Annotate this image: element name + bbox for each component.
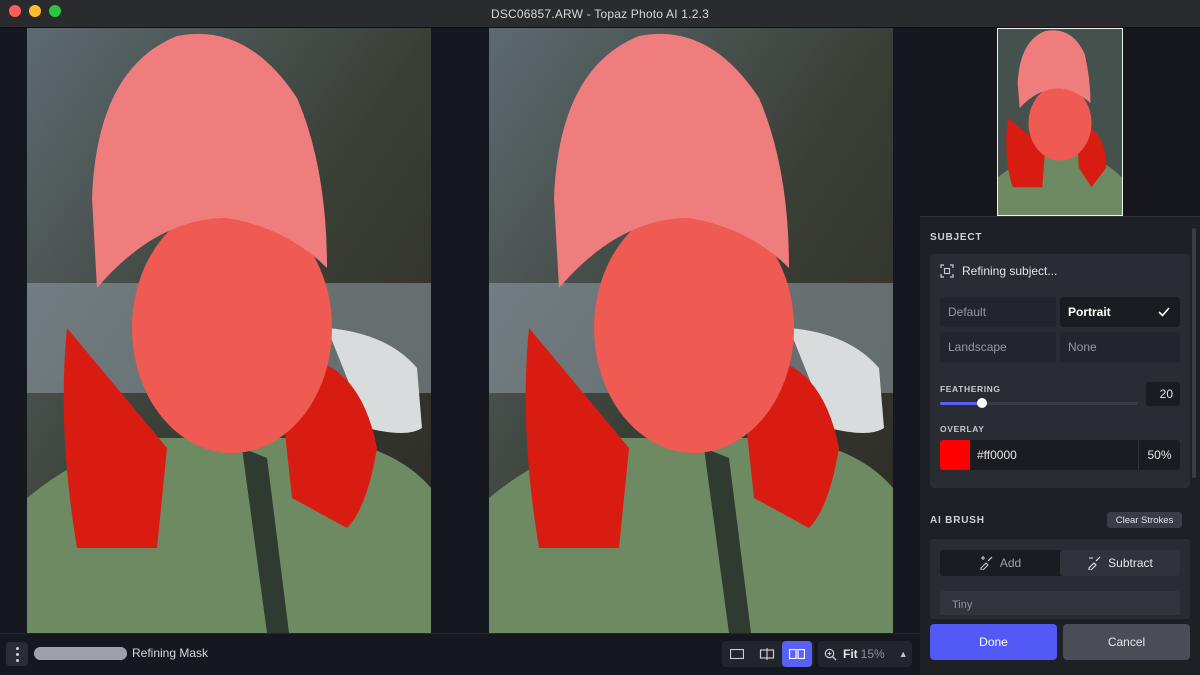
cancel-button[interactable]: Cancel [1063,624,1190,660]
subject-card: Refining subject... Default Portrait Lan… [930,254,1190,488]
minimize-window-button[interactable] [29,5,41,17]
close-window-button[interactable] [9,5,21,17]
feathering-value-input[interactable]: 20 [1146,382,1180,406]
brush-subtract-button[interactable]: Subtract [1060,550,1180,576]
preview-photo[interactable] [489,28,893,633]
progress-label: Refining Mask [132,646,209,660]
more-menu-button[interactable] [6,642,28,666]
view-mode-toggle [722,641,814,667]
feathering-slider-handle[interactable] [976,398,987,408]
side-by-side-view-button[interactable] [782,641,812,667]
option-label: None [1068,340,1097,354]
brush-add-label: Add [999,556,1022,570]
refining-status-text: Refining subject... [962,264,1058,278]
feathering-label: FEATHERING [940,384,1001,394]
overlay-control: #ff0000 50% [940,440,1180,470]
original-photo[interactable] [27,28,431,633]
maximize-window-button[interactable] [49,5,61,17]
overlay-color-swatch[interactable] [940,440,970,470]
zoom-control[interactable]: Fit 15% ▲ [818,641,912,667]
overlay-label: OVERLAY [940,424,985,434]
progress-fill [34,647,127,660]
right-panel: SUBJECT Refining subject... Default Port… [920,28,1200,675]
window-title: DSC06857.ARW - Topaz Photo AI 1.2.3 [490,6,709,21]
subject-option-landscape[interactable]: Landscape [940,332,1056,362]
title-bar: DSC06857.ARW - Topaz Photo AI 1.2.3 [0,0,1200,28]
brush-mode-toggle: Add Subtract [940,550,1180,576]
zoom-percent: 15% [860,647,885,661]
refining-progress-bar [34,647,127,660]
navigator [920,28,1200,216]
thumbnail-image [998,29,1122,215]
ai-brush-card: Add Subtract Tiny [930,539,1190,619]
brush-subtract-icon [1088,556,1101,570]
split-view-icon [759,648,775,660]
panel-scrollbar[interactable] [1192,228,1196,478]
overlay-hex-input[interactable]: #ff0000 [977,448,1138,462]
overlay-opacity-input[interactable]: 50% [1138,440,1180,470]
split-view-button[interactable] [752,641,782,667]
brush-add-button[interactable]: Add [940,550,1060,576]
refining-status: Refining subject... [940,264,1057,278]
zoom-mode: Fit [843,647,858,661]
checkmark-icon [1158,307,1170,317]
window-controls [9,5,61,17]
portrait-photo-preview [489,28,893,633]
single-view-button[interactable] [722,641,752,667]
single-view-icon [730,649,744,659]
brush-add-icon [980,556,993,570]
feathering-slider[interactable] [940,398,1138,408]
panel-divider [920,216,1200,217]
subject-option-default[interactable]: Default [940,297,1056,327]
ai-brush-section-title: AI BRUSH [930,515,985,526]
brush-subtract-label: Subtract [1108,556,1153,570]
clear-strokes-button[interactable]: Clear Strokes [1107,512,1182,528]
zoom-icon [824,648,837,660]
bottom-toolbar: Refining Mask Fit 15% ▲ [0,633,920,675]
done-button[interactable]: Done [930,624,1057,660]
option-label: Landscape [948,340,1007,354]
side-by-side-icon [789,649,805,659]
portrait-photo-original [27,28,431,633]
subject-option-portrait[interactable]: Portrait [1060,297,1180,327]
navigator-thumbnail[interactable] [997,28,1123,216]
feathering-slider-fill [940,402,982,405]
brush-size-select[interactable]: Tiny [940,591,1180,615]
option-label: Default [948,305,987,319]
option-label: Portrait [1068,305,1111,319]
subject-section-title: SUBJECT [930,232,983,243]
image-canvas[interactable] [0,28,920,633]
zoom-caret-up-icon[interactable]: ▲ [899,649,908,659]
subject-option-none[interactable]: None [1060,332,1180,362]
subject-select-icon [940,264,954,278]
